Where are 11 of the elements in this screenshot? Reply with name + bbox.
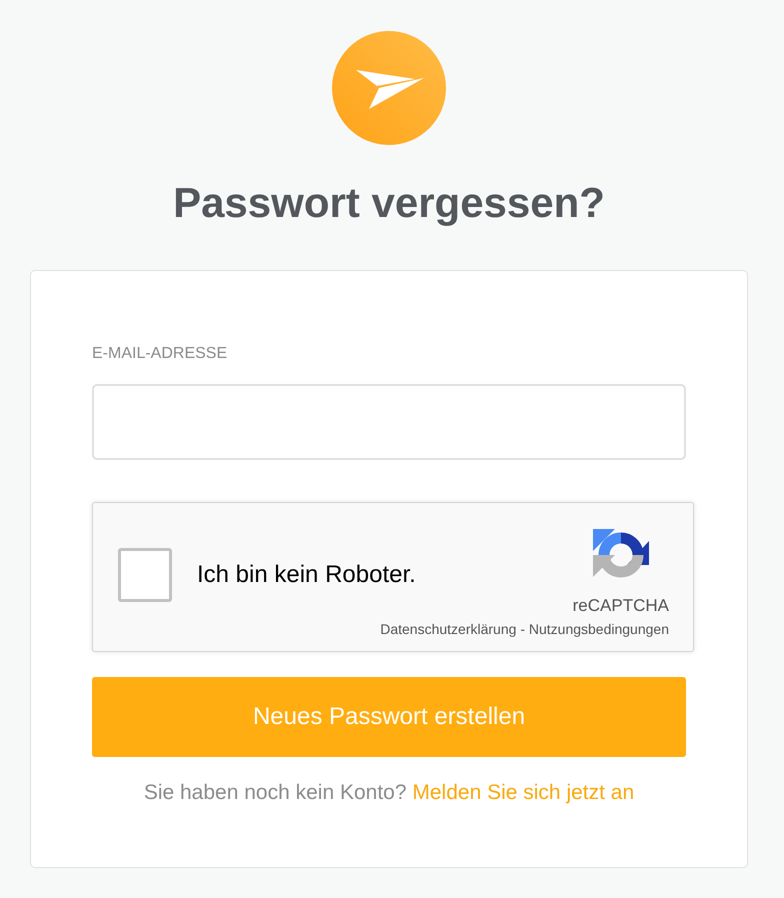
recaptcha-brand-text: reCAPTCHA	[572, 596, 669, 616]
email-label: E-MAIL-ADRESSE	[92, 344, 228, 363]
terms-link[interactable]: Nutzungsbedingungen	[528, 621, 669, 637]
paper-plane-logo-icon	[332, 31, 446, 145]
captcha-legal-text: Datenschutzerklärung - Nutzungsbedingungen	[380, 621, 669, 638]
page-title: Passwort vergessen?	[173, 178, 605, 228]
email-input-field[interactable]	[92, 384, 686, 460]
captcha-checkbox[interactable]	[118, 548, 172, 602]
captcha-label: Ich bin kein Roboter.	[197, 560, 417, 590]
signup-prompt: Sie haben noch kein Konto? Melden Sie sich jetzt an	[142, 780, 636, 806]
privacy-link[interactable]: Datenschutzerklärung	[380, 621, 516, 637]
